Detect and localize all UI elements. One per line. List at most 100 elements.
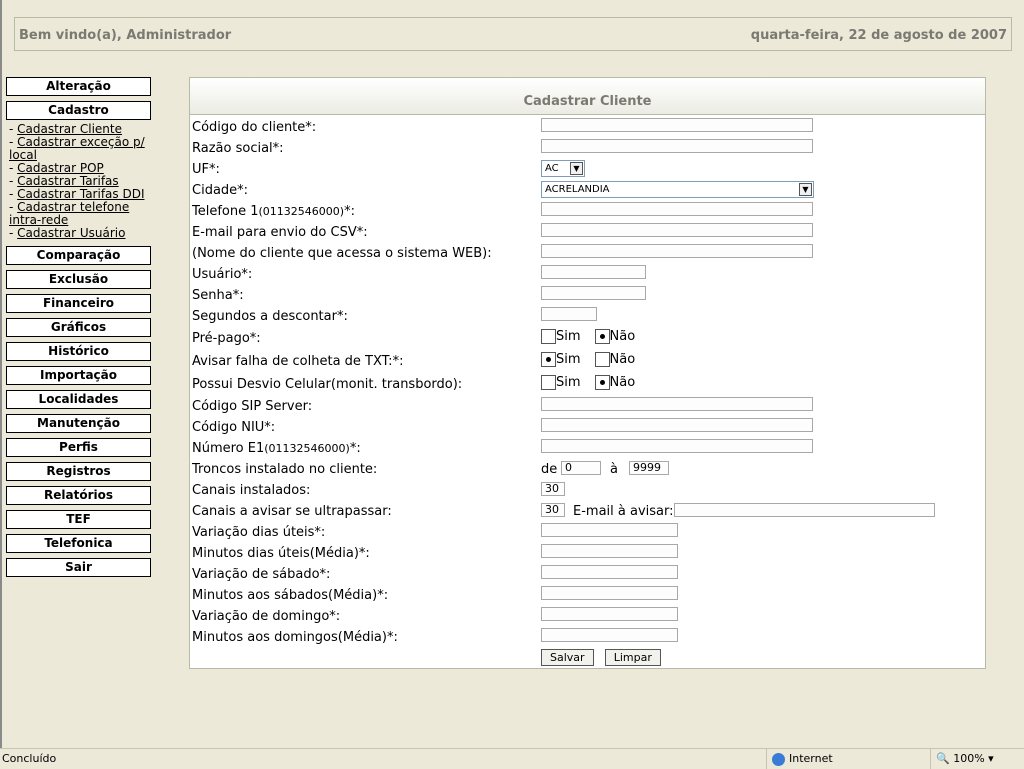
troncos-to-input[interactable]: 9999 — [629, 461, 669, 475]
segundos-input[interactable] — [541, 307, 597, 321]
canais-input[interactable]: 30 — [541, 482, 565, 496]
label-troncos: Troncos instalado no cliente: — [192, 462, 378, 477]
row-canais-avisar: Canais a avisar se ultrapassar: 30 E-mai… — [192, 502, 982, 522]
row-troncos: Troncos instalado no cliente: de 0 à 999… — [192, 460, 982, 480]
menu-perfis[interactable]: Perfis — [6, 438, 151, 457]
label-desvio: Possui Desvio Celular(monit. transbordo)… — [192, 377, 463, 392]
status-bar: Concluído Internet 🔍 100% ▾ — [0, 748, 1024, 769]
row-cidade: Cidade*: ACRELANDIA ▼ — [192, 181, 982, 201]
label-razao: Razão social*: — [192, 141, 284, 156]
menu-graficos[interactable]: Gráficos — [6, 318, 151, 337]
label-min-domingo: Minutos aos domingos(Média)*: — [192, 630, 398, 645]
menu-importacao[interactable]: Importação — [6, 366, 151, 385]
codigo-input[interactable] — [541, 118, 813, 132]
falha-sim-radio[interactable] — [541, 352, 556, 367]
row-email-csv: E-mail para envio do CSV*: — [192, 223, 982, 243]
row-e1: Número E1(01132546000)*: — [192, 439, 982, 459]
nome-web-input[interactable] — [541, 244, 813, 258]
label-niu: Código NIU*: — [192, 420, 276, 435]
email-avisar-input[interactable] — [674, 503, 935, 517]
var-uteis-input[interactable] — [541, 523, 678, 537]
label-codigo: Código do cliente*: — [192, 120, 317, 135]
row-min-uteis: Minutos dias úteis(Média)*: — [192, 544, 982, 564]
status-separator — [930, 749, 931, 769]
row-razao: Razão social*: — [192, 139, 982, 159]
prepago-sim-radio[interactable] — [541, 329, 556, 344]
link-cadastrar-tarifas[interactable]: Cadastrar Tarifas — [17, 174, 119, 188]
link-cadastrar-pop[interactable]: Cadastrar POP — [17, 161, 104, 175]
menu-registros[interactable]: Registros — [6, 462, 151, 481]
menu-localidades[interactable]: Localidades — [6, 390, 151, 409]
row-nome-web: (Nome do cliente que acessa o sistema WE… — [192, 244, 982, 264]
menu-alteracao[interactable]: Alteração — [6, 77, 151, 96]
menu-cadastro[interactable]: Cadastro — [6, 101, 151, 120]
uf-value: AC — [545, 163, 559, 174]
prepago-nao-label: Não — [609, 329, 636, 344]
menu-telefonica[interactable]: Telefonica — [6, 534, 151, 553]
form-panel: Cadastrar Cliente Código do cliente*: Ra… — [189, 77, 986, 669]
cidade-select[interactable]: ACRELANDIA ▼ — [541, 181, 814, 198]
sidebar-menu: Alteração Cadastro - Cadastrar Cliente -… — [6, 77, 152, 582]
row-desvio: Possui Desvio Celular(monit. transbordo)… — [192, 375, 982, 395]
browser-page: Bem vindo(a), Administrador quarta-feira… — [0, 0, 1024, 748]
link-cadastrar-tarifas-ddi[interactable]: Cadastrar Tarifas DDI — [17, 187, 144, 201]
menu-exclusao[interactable]: Exclusão — [6, 270, 151, 289]
row-avisar-falha: Avisar falha de colheta de TXT:*: Sim Não — [192, 352, 982, 372]
min-uteis-input[interactable] — [541, 544, 678, 558]
menu-historico[interactable]: Histórico — [6, 342, 151, 361]
uf-select[interactable]: AC ▼ — [541, 160, 585, 177]
menu-comparacao[interactable]: Comparação — [6, 246, 151, 265]
label-canais: Canais instalados: — [192, 483, 311, 498]
desvio-nao-radio[interactable] — [594, 375, 610, 390]
canais-avisar-input[interactable]: 30 — [541, 503, 565, 517]
telefone-input[interactable] — [541, 202, 813, 216]
label-avisar-falha: Avisar falha de colheta de TXT:*: — [192, 354, 404, 369]
label-e1: Número E1(01132546000)*: — [192, 441, 361, 456]
row-var-sabado: Variação de sábado*: — [192, 565, 982, 585]
label-usuario: Usuário*: — [192, 267, 253, 282]
var-domingo-input[interactable] — [541, 607, 678, 621]
welcome-text: Bem vindo(a), Administrador — [19, 28, 232, 43]
menu-tef[interactable]: TEF — [6, 510, 151, 529]
link-cadastrar-excecao[interactable]: Cadastrar exceção p/ local — [9, 135, 145, 162]
menu-relatorios[interactable]: Relatórios — [6, 486, 151, 505]
status-text: Concluído — [2, 752, 57, 765]
zoom-icon: 🔍 — [936, 752, 950, 765]
row-min-sabado: Minutos aos sábados(Média)*: — [192, 586, 982, 606]
row-sip: Código SIP Server: — [192, 397, 982, 417]
sip-input[interactable] — [541, 397, 813, 411]
falha-nao-radio[interactable] — [594, 352, 610, 367]
usuario-input[interactable] — [541, 265, 646, 279]
min-sabado-input[interactable] — [541, 586, 678, 600]
label-sip: Código SIP Server: — [192, 399, 313, 414]
e1-input[interactable] — [541, 439, 813, 453]
menu-manutencao[interactable]: Manutenção — [6, 414, 151, 433]
link-cadastrar-usuario[interactable]: Cadastrar Usuário — [17, 226, 125, 240]
menu-financeiro[interactable]: Financeiro — [6, 294, 151, 313]
var-sabado-input[interactable] — [541, 565, 678, 579]
clear-button[interactable]: Limpar — [604, 649, 661, 666]
desvio-nao-label: Não — [609, 375, 636, 390]
save-button[interactable]: Salvar — [541, 649, 594, 666]
label-cidade: Cidade*: — [192, 183, 249, 198]
desvio-sim-radio[interactable] — [541, 375, 556, 390]
email-csv-input[interactable] — [541, 223, 813, 237]
link-cadastrar-cliente[interactable]: Cadastrar Cliente — [17, 122, 122, 136]
prepago-nao-radio[interactable] — [594, 329, 610, 344]
row-niu: Código NIU*: — [192, 418, 982, 438]
troncos-from-input[interactable]: 0 — [561, 461, 601, 475]
link-cadastrar-telefone[interactable]: Cadastrar telefone intra-rede — [9, 200, 129, 227]
label-canais-avisar: Canais a avisar se ultrapassar: — [192, 504, 392, 519]
niu-input[interactable] — [541, 418, 813, 432]
label-nome-web: (Nome do cliente que acessa o sistema WE… — [192, 246, 492, 261]
chevron-down-icon: ▼ — [570, 162, 583, 175]
zoom-control[interactable]: 🔍 100% ▾ — [936, 752, 994, 765]
label-var-sabado: Variação de sábado*: — [192, 567, 331, 582]
min-domingo-input[interactable] — [541, 628, 678, 642]
senha-input[interactable] — [541, 286, 646, 300]
menu-sair[interactable]: Sair — [6, 558, 151, 577]
email-avisar-label: E-mail à avisar: — [573, 504, 674, 519]
row-telefone: Telefone 1(01132546000)*: — [192, 202, 982, 222]
date-text: quarta-feira, 22 de agosto de 2007 — [750, 28, 1007, 43]
razao-input[interactable] — [541, 139, 813, 153]
